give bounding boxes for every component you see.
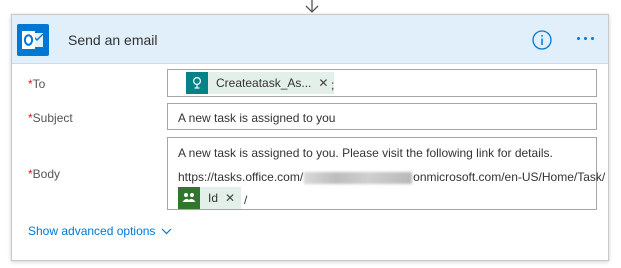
planner-icon [178, 187, 200, 209]
to-token-label: Createatask_As... [216, 76, 312, 90]
body-token-label: Id [208, 191, 219, 205]
redacted-text [304, 171, 413, 184]
body-url-prefix: https://tasks.office.com/ [178, 170, 304, 184]
subject-value: A new task is assigned to you [178, 111, 336, 125]
remove-token-icon[interactable]: ✕ [225, 191, 235, 205]
to-label: *To [28, 77, 46, 91]
chevron-down-icon [162, 228, 172, 234]
sharepoint-list-icon [186, 72, 208, 94]
to-dynamic-token[interactable]: Createatask_As... ✕ [186, 72, 335, 94]
to-separator: ; [331, 78, 335, 92]
body-url-suffix: onmicrosoft.com/en-US/Home/Task/ [413, 170, 606, 184]
subject-label: *Subject [28, 111, 73, 125]
action-header[interactable]: Send an email [12, 15, 608, 64]
send-email-action-card: Send an email *To Createatask_As... ✕ ; [11, 14, 609, 261]
show-advanced-options-link[interactable]: Show advanced options [28, 224, 172, 238]
info-icon[interactable] [532, 30, 552, 50]
body-label: *Body [28, 167, 61, 181]
more-options-icon[interactable] [577, 37, 599, 43]
body-field[interactable]: A new task is assigned to you. Please vi… [167, 137, 605, 210]
subject-field[interactable]: A new task is assigned to you [167, 103, 597, 130]
to-field[interactable]: Createatask_As... ✕ ; [167, 69, 597, 97]
body-trailing-text: / [244, 193, 248, 207]
action-title[interactable]: Send an email [68, 32, 158, 48]
body-line-1: A new task is assigned to you. Please vi… [178, 146, 553, 160]
body-dynamic-token[interactable]: Id ✕ [178, 187, 242, 209]
outlook-icon [17, 24, 49, 56]
connector-arrow-icon [305, 0, 319, 13]
body-line-2: https://tasks.office.com/onmicrosoft.com… [178, 170, 605, 184]
remove-token-icon[interactable]: ✕ [318, 76, 328, 90]
